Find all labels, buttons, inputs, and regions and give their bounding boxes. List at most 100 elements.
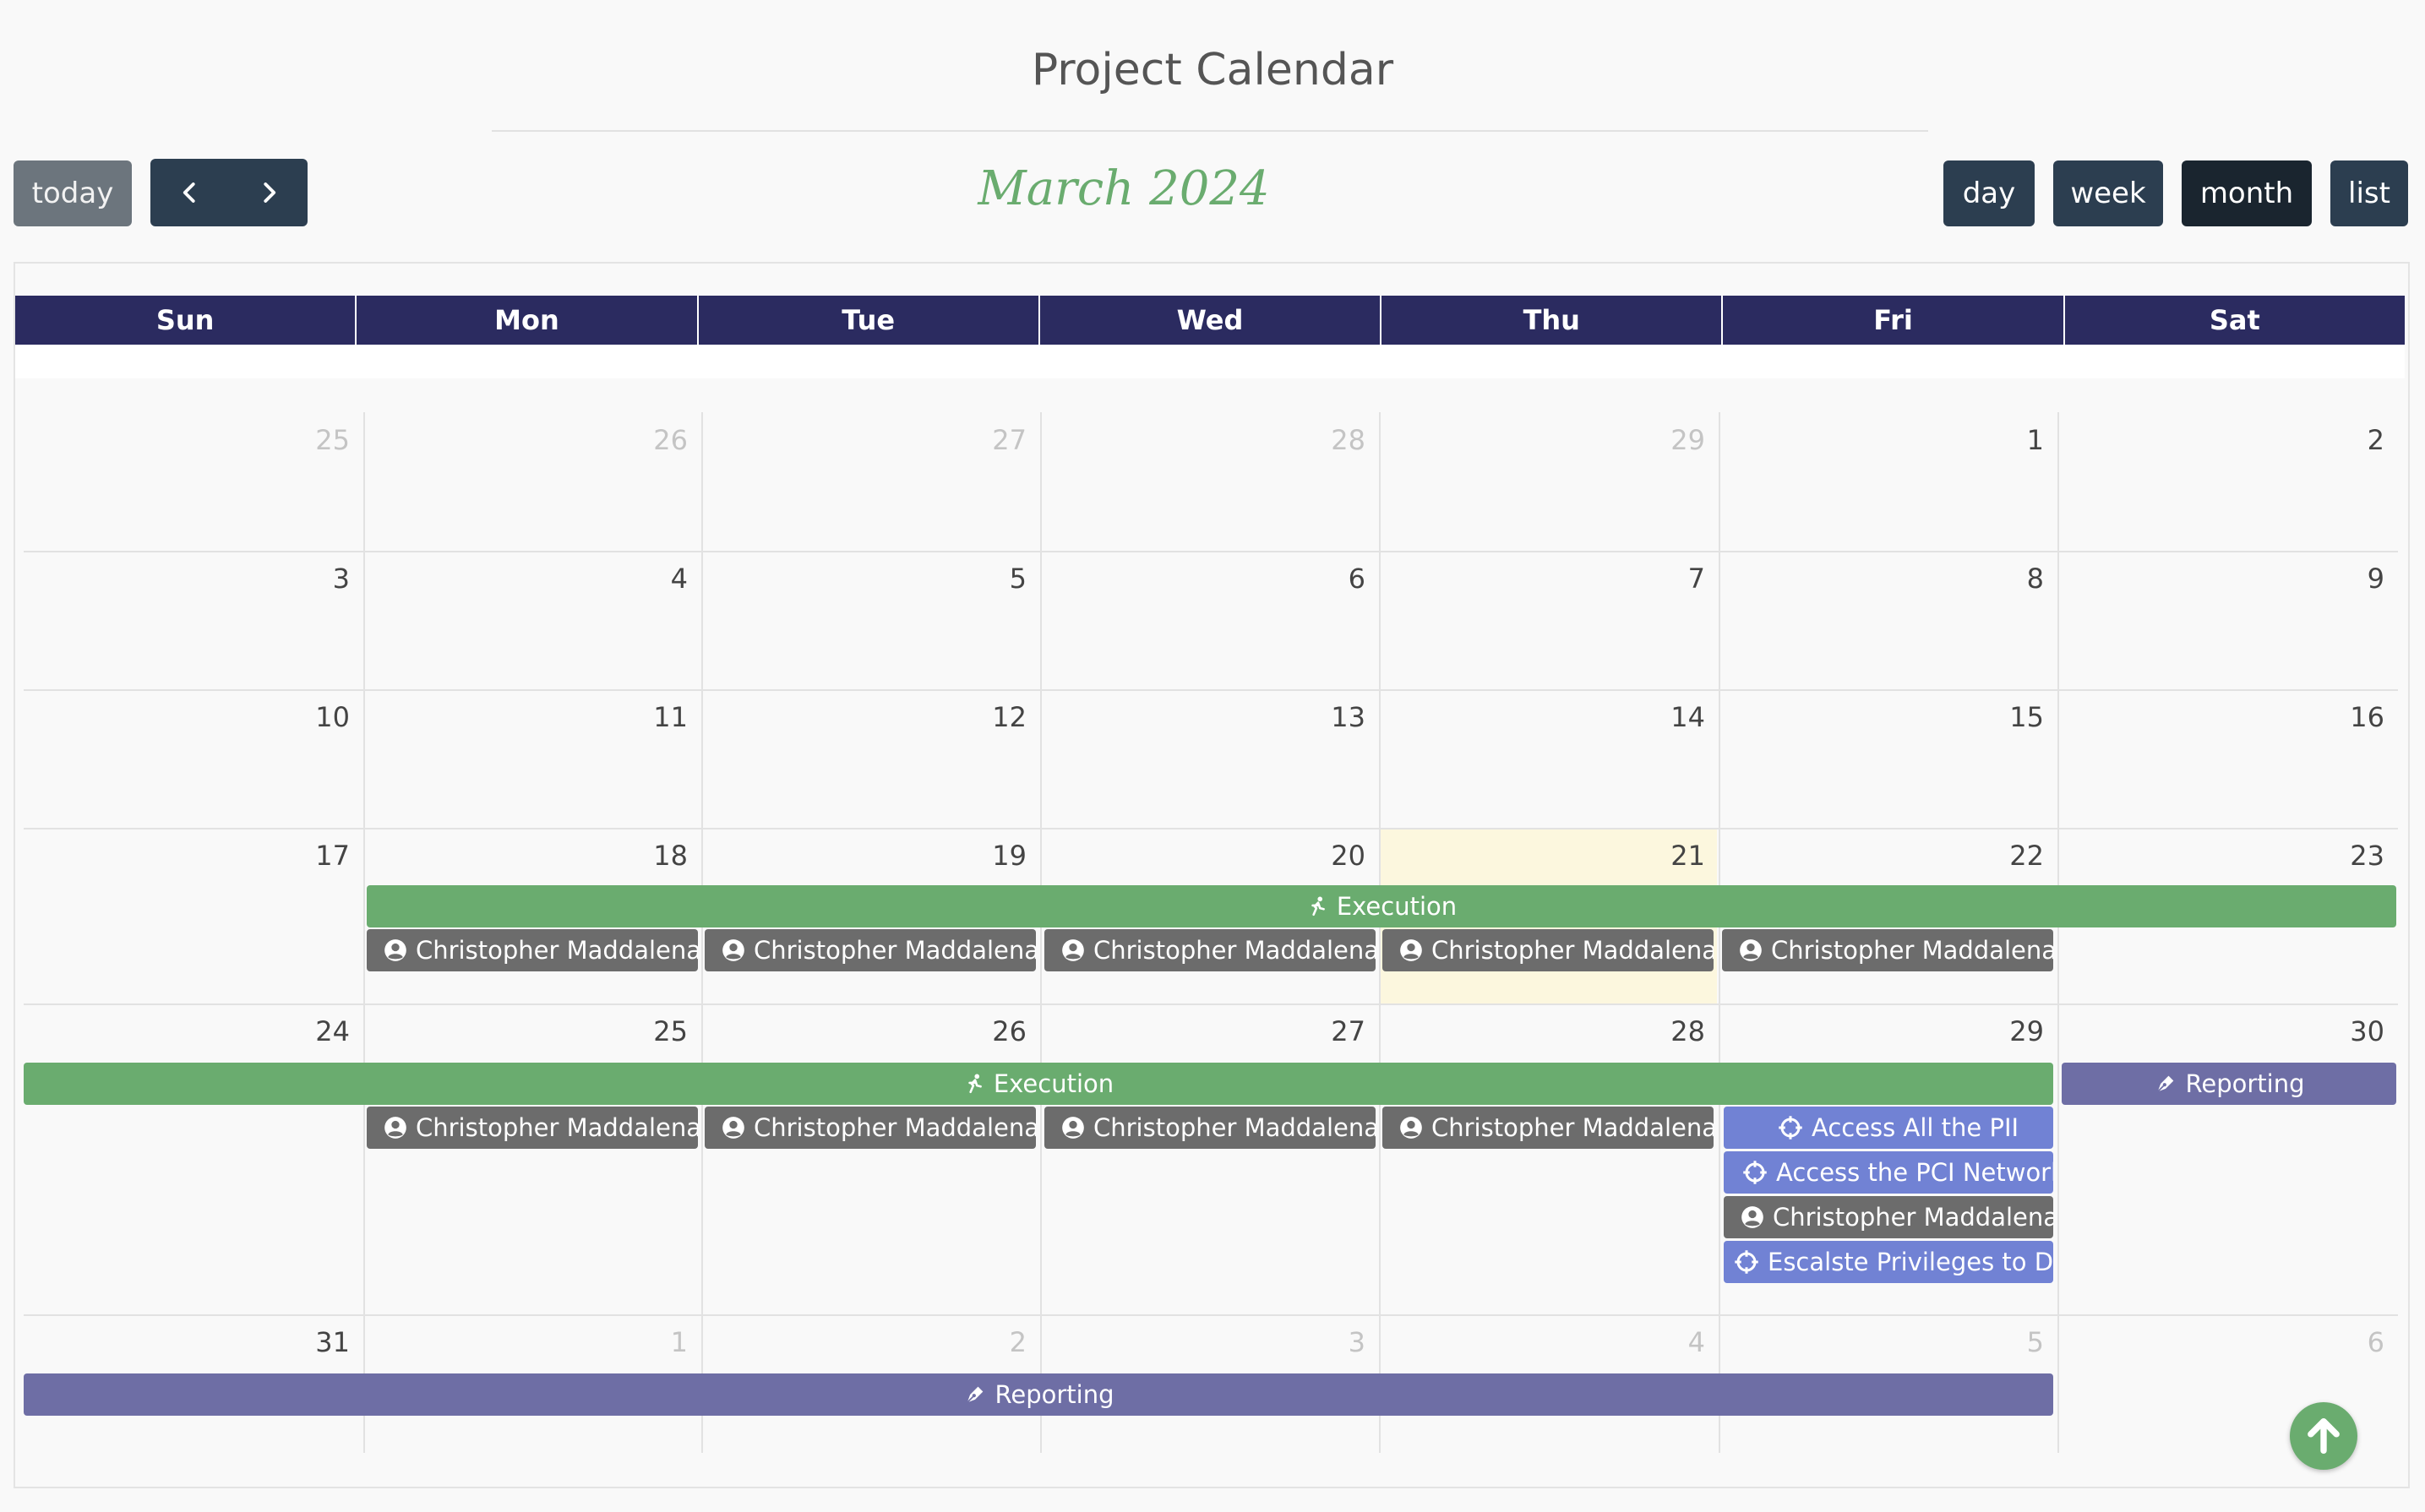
day-number[interactable]: 20	[1264, 840, 1365, 872]
event-objective[interactable]: Access the PCI Network	[1724, 1151, 2053, 1194]
day-number[interactable]: 23	[2283, 840, 2384, 872]
event-label: Escalste Privileges to Dom	[1768, 1248, 2053, 1276]
current-month-label: March 2024	[978, 161, 1270, 216]
day-number[interactable]: 4	[586, 563, 688, 595]
day-number[interactable]: 27	[925, 424, 1027, 456]
event-person[interactable]: Christopher Maddalena	[1724, 1196, 2053, 1238]
day-number[interactable]: 22	[1943, 840, 2044, 872]
day-number[interactable]: 29	[1943, 1015, 2044, 1047]
user-circle-icon	[1741, 1205, 1764, 1229]
event-label: Reporting	[995, 1380, 1114, 1409]
day-number[interactable]: 8	[1943, 563, 2044, 595]
day-number[interactable]: 25	[586, 1015, 688, 1047]
view-list-button[interactable]: list	[2330, 160, 2408, 226]
day-divider	[363, 412, 365, 1453]
day-number[interactable]: 19	[925, 840, 1027, 872]
day-number[interactable]: 29	[1604, 424, 1705, 456]
view-day-button[interactable]: day	[1943, 160, 2035, 226]
weekday-sun: Sun	[15, 296, 357, 345]
user-circle-icon	[1399, 938, 1423, 962]
event-person[interactable]: Christopher Maddalena	[1382, 929, 1714, 971]
event-person[interactable]: Christopher Maddalena	[705, 929, 1036, 971]
event-person[interactable]: Christopher Maddalena	[367, 929, 698, 971]
running-person-icon	[963, 1073, 985, 1095]
day-number[interactable]: 6	[2283, 1326, 2384, 1358]
user-circle-icon	[1739, 938, 1763, 962]
day-number[interactable]: 21	[1604, 840, 1705, 872]
week-divider	[24, 828, 2398, 829]
event-objective[interactable]: Access All the PII	[1724, 1107, 2053, 1149]
day-number[interactable]: 7	[1604, 563, 1705, 595]
event-reporting[interactable]: Reporting	[24, 1373, 2053, 1416]
weekday-fri: Fri	[1723, 296, 2065, 345]
weekday-thu: Thu	[1381, 296, 1724, 345]
event-label: Execution	[1336, 892, 1458, 921]
day-divider	[701, 412, 703, 1453]
day-number[interactable]: 11	[586, 701, 688, 733]
day-number[interactable]: 3	[1264, 1326, 1365, 1358]
weekday-tue: Tue	[699, 296, 1040, 345]
week-divider	[24, 1314, 2398, 1316]
day-number[interactable]: 26	[586, 424, 688, 456]
chevron-left-icon	[183, 182, 195, 203]
day-number[interactable]: 2	[925, 1326, 1027, 1358]
today-button[interactable]: today	[14, 160, 132, 226]
day-number[interactable]: 4	[1604, 1326, 1705, 1358]
event-person[interactable]: Christopher Maddalena	[367, 1107, 698, 1149]
day-number[interactable]: 10	[248, 701, 350, 733]
event-label: Access the PCI Network	[1776, 1158, 2053, 1187]
day-number[interactable]: 3	[248, 563, 350, 595]
calendar-frame	[14, 262, 2410, 1488]
event-person[interactable]: Christopher Maddalena	[1722, 929, 2053, 971]
weekday-sat: Sat	[2209, 304, 2260, 336]
event-objective[interactable]: Escalste Privileges to Dom	[1724, 1241, 2053, 1283]
day-number[interactable]: 12	[925, 701, 1027, 733]
prev-button[interactable]	[150, 159, 229, 226]
day-number[interactable]: 27	[1264, 1015, 1365, 1047]
next-button[interactable]	[229, 159, 308, 226]
day-number[interactable]: 25	[248, 424, 350, 456]
day-number[interactable]: 30	[2283, 1015, 2384, 1047]
user-circle-icon	[722, 938, 745, 962]
day-number[interactable]: 24	[248, 1015, 350, 1047]
event-execution[interactable]: Execution	[24, 1063, 2053, 1105]
day-number[interactable]: 18	[586, 840, 688, 872]
day-number[interactable]: 16	[2283, 701, 2384, 733]
day-number[interactable]: 14	[1604, 701, 1705, 733]
day-number[interactable]: 5	[1943, 1326, 2044, 1358]
day-divider	[2057, 412, 2059, 1453]
running-person-icon	[1306, 895, 1328, 917]
crosshairs-icon	[1778, 1115, 1803, 1140]
day-number[interactable]: 6	[1264, 563, 1365, 595]
view-month-button[interactable]: month	[2182, 160, 2312, 226]
week-divider	[24, 689, 2398, 691]
day-number[interactable]: 5	[925, 563, 1027, 595]
day-number[interactable]: 17	[248, 840, 350, 872]
event-person[interactable]: Christopher Maddalena	[1044, 1107, 1376, 1149]
day-number[interactable]: 28	[1604, 1015, 1705, 1047]
user-circle-icon	[1061, 1116, 1085, 1139]
event-label: Christopher Maddalena	[1093, 936, 1376, 965]
user-circle-icon	[722, 1116, 745, 1139]
scroll-top-button[interactable]	[2290, 1402, 2357, 1470]
event-label: Christopher Maddalena	[754, 936, 1036, 965]
event-label: Christopher Maddalena	[754, 1113, 1036, 1142]
day-number[interactable]: 9	[2283, 563, 2384, 595]
week-divider	[24, 1003, 2398, 1005]
event-person[interactable]: Christopher Maddalena	[1044, 929, 1376, 971]
day-number[interactable]: 31	[248, 1326, 350, 1358]
day-number[interactable]: 2	[2283, 424, 2384, 456]
event-reporting[interactable]: Reporting	[2062, 1063, 2396, 1105]
event-execution[interactable]: Execution	[367, 885, 2396, 927]
view-week-button[interactable]: week	[2053, 160, 2163, 226]
event-person[interactable]: Christopher Maddalena	[1382, 1107, 1714, 1149]
day-number[interactable]: 15	[1943, 701, 2044, 733]
day-number[interactable]: 26	[925, 1015, 1027, 1047]
arrow-up-circle-icon	[2308, 1417, 2340, 1455]
day-number[interactable]: 1	[1943, 424, 2044, 456]
day-number[interactable]: 13	[1264, 701, 1365, 733]
event-person[interactable]: Christopher Maddalena	[705, 1107, 1036, 1149]
pen-nib-icon	[963, 1383, 987, 1406]
day-number[interactable]: 1	[586, 1326, 688, 1358]
day-number[interactable]: 28	[1264, 424, 1365, 456]
